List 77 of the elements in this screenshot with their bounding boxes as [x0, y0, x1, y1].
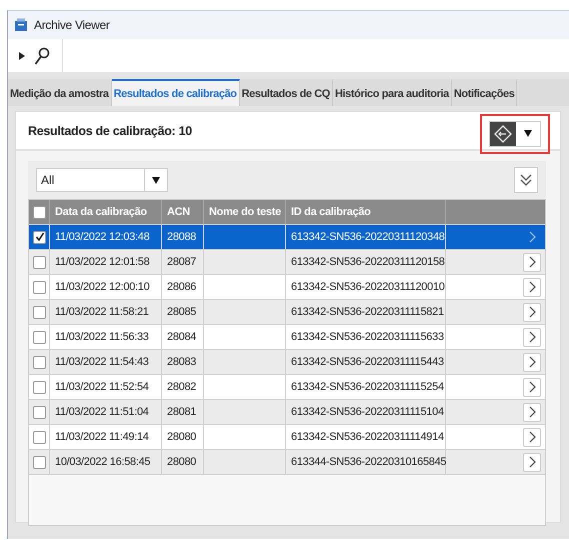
tab[interactable]: Medição da amostra — [8, 79, 112, 106]
row-checkbox[interactable] — [33, 230, 46, 244]
table-cell: 28081 — [167, 406, 196, 418]
table-cell: 10/03/2022 16:58:45 — [55, 456, 150, 468]
chevron-right-icon — [528, 331, 536, 343]
row-checkbox[interactable] — [33, 356, 46, 368]
table-cell: 613342-SN536-20220311115821 — [291, 306, 444, 318]
double-chevron-down-icon — [519, 173, 533, 187]
table-cell: 11/03/2022 11:58:21 — [55, 306, 149, 318]
table-row[interactable]: 11/03/2022 11:52:54 28082 613342-SN536-20220311115254 — [29, 375, 545, 400]
chevron-right-icon — [528, 231, 536, 243]
table-cell: 11/03/2022 12:03:48 — [55, 231, 150, 243]
table-row[interactable]: 11/03/2022 12:01:58 28087 613342-SN536-20220311120158 — [29, 250, 545, 275]
dropdown-caret-icon — [524, 130, 532, 137]
table-row[interactable]: 11/03/2022 11:49:14 28080 613342-SN536-20220311114914 — [29, 425, 545, 450]
table-cell: 28086 — [167, 281, 196, 293]
row-checkbox[interactable] — [33, 256, 46, 268]
chevron-right-icon — [528, 381, 536, 393]
table-cell: 28082 — [167, 381, 196, 393]
table-cell: 28087 — [167, 256, 196, 268]
chevron-right-icon — [528, 281, 536, 293]
table-cell: 28080 — [167, 456, 196, 468]
collapse-button[interactable] — [514, 167, 538, 193]
chevron-right-icon — [528, 256, 536, 268]
archive-box-icon — [14, 18, 28, 32]
search-icon[interactable] — [34, 46, 50, 64]
filter-dropdown[interactable]: All — [36, 168, 168, 192]
row-checkbox[interactable] — [33, 306, 46, 318]
row-checkbox[interactable] — [33, 280, 46, 294]
table-cell: 613342-SN536-20220311114914 — [291, 431, 444, 443]
table-cell: 613344-SN536-20220310165845 — [291, 456, 446, 468]
tab[interactable]: Histórico para auditoria — [332, 79, 452, 106]
table-cell: 613342-SN536-20220311115443 — [291, 356, 444, 368]
table-cell: 11/03/2022 11:49:14 — [55, 431, 149, 443]
table-cell: 28084 — [167, 331, 196, 343]
row-checkbox[interactable] — [33, 330, 46, 344]
tab[interactable]: Resultados de calibração — [112, 79, 240, 106]
export-split-button[interactable] — [489, 120, 541, 146]
chevron-right-icon — [528, 431, 536, 443]
table-row[interactable]: 11/03/2022 12:03:48 28088 613342-SN536-20220311120348 — [29, 225, 545, 250]
table-cell: 613342-SN536-20220311120010 — [291, 281, 445, 293]
table-cell: 28083 — [167, 356, 196, 368]
tab[interactable]: Resultados de CQ — [240, 79, 333, 106]
table-cell: 11/03/2022 12:01:58 — [55, 256, 150, 268]
expand-arrow-icon[interactable] — [18, 52, 26, 60]
table-cell: 613342-SN536-20220311120348 — [291, 231, 445, 243]
table-row[interactable]: 11/03/2022 12:00:10 28086 613342-SN536-20220311120010 — [29, 275, 545, 300]
table-cell: 28080 — [167, 431, 196, 443]
chevron-right-icon — [528, 306, 536, 318]
table-row[interactable]: 11/03/2022 11:56:33 28084 613342-SN536-20220311115633 — [29, 325, 545, 350]
tab[interactable]: Notificações — [452, 79, 518, 106]
table-cell: 613342-SN536-20220311115633 — [291, 331, 444, 343]
table-row[interactable]: 10/03/2022 16:58:45 28080 613344-SN536-20220310165845 — [29, 450, 545, 475]
table-cell: 11/03/2022 11:54:43 — [55, 356, 149, 368]
table-cell: 28088 — [167, 231, 196, 243]
dropdown-caret-icon — [152, 176, 160, 184]
table-cell: 11/03/2022 11:56:33 — [55, 331, 149, 343]
table-cell: 11/03/2022 12:00:10 — [55, 281, 150, 293]
row-checkbox[interactable] — [33, 406, 46, 418]
chevron-right-icon — [528, 356, 536, 368]
select-all-checkbox[interactable] — [33, 206, 46, 218]
window-title: Archive Viewer — [34, 18, 110, 32]
row-checkbox[interactable] — [33, 430, 46, 444]
chevron-right-icon — [528, 406, 536, 418]
row-checkbox[interactable] — [33, 456, 46, 468]
table-cell: 613342-SN536-20220311115104 — [291, 406, 444, 418]
table-row[interactable]: 11/03/2022 11:51:04 28081 613342-SN536-20220311115104 — [29, 400, 545, 425]
row-checkbox[interactable] — [33, 380, 46, 394]
chevron-right-icon — [528, 456, 536, 468]
table-cell: 11/03/2022 11:52:54 — [55, 381, 149, 393]
table-cell: 613342-SN536-20220311115254 — [291, 381, 444, 393]
table-row[interactable]: 11/03/2022 11:58:21 28085 613342-SN536-20220311115821 — [29, 300, 545, 325]
table-row[interactable]: 11/03/2022 11:54:43 28083 613342-SN536-20220311115443 — [29, 350, 545, 375]
table-cell: 28085 — [167, 306, 196, 318]
table-cell: 11/03/2022 11:51:04 — [55, 406, 149, 418]
panel-title: Resultados de calibração: 10 — [28, 124, 192, 138]
table-cell: 613342-SN536-20220311120158 — [291, 256, 445, 268]
